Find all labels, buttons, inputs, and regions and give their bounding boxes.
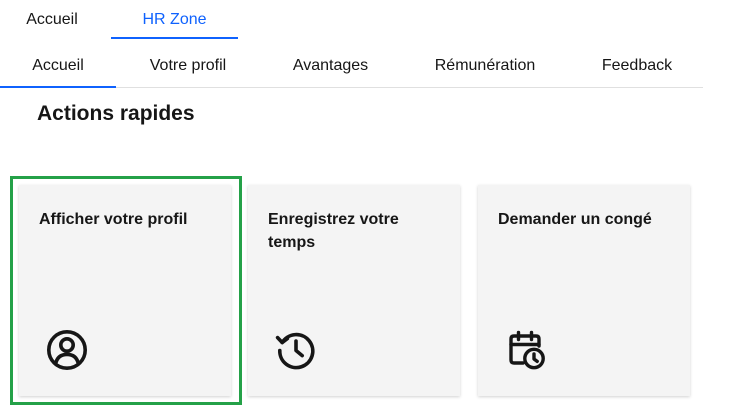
section-title: Actions rapides — [37, 102, 195, 125]
card-title: Demander un congé — [498, 211, 652, 228]
card-title: Afficher votre profil — [39, 211, 188, 228]
tab-remuneration[interactable]: Rémunération — [406, 44, 564, 87]
tab-feedback[interactable]: Feedback — [575, 44, 699, 87]
card-record-time[interactable]: Enregistrez votre temps — [248, 185, 460, 396]
history-clock-icon — [275, 329, 317, 371]
tab-hr-zone[interactable]: HR Zone — [111, 0, 238, 40]
card-request-leave[interactable]: Demander un congé — [478, 185, 690, 396]
calendar-clock-icon — [506, 329, 548, 371]
card-view-profile[interactable]: Afficher votre profil — [19, 185, 231, 396]
tab-avantages[interactable]: Avantages — [268, 44, 393, 87]
tab-accueil-top[interactable]: Accueil — [0, 0, 104, 40]
tab-votre-profil[interactable]: Votre profil — [124, 44, 252, 87]
user-profile-icon — [46, 329, 88, 371]
tab-accueil[interactable]: Accueil — [0, 44, 116, 88]
card-title: Enregistrez votre temps — [268, 211, 399, 251]
primary-nav: Accueil HR Zone — [0, 0, 738, 40]
secondary-nav: Accueil Votre profil Avantages Rémunérat… — [0, 44, 703, 88]
